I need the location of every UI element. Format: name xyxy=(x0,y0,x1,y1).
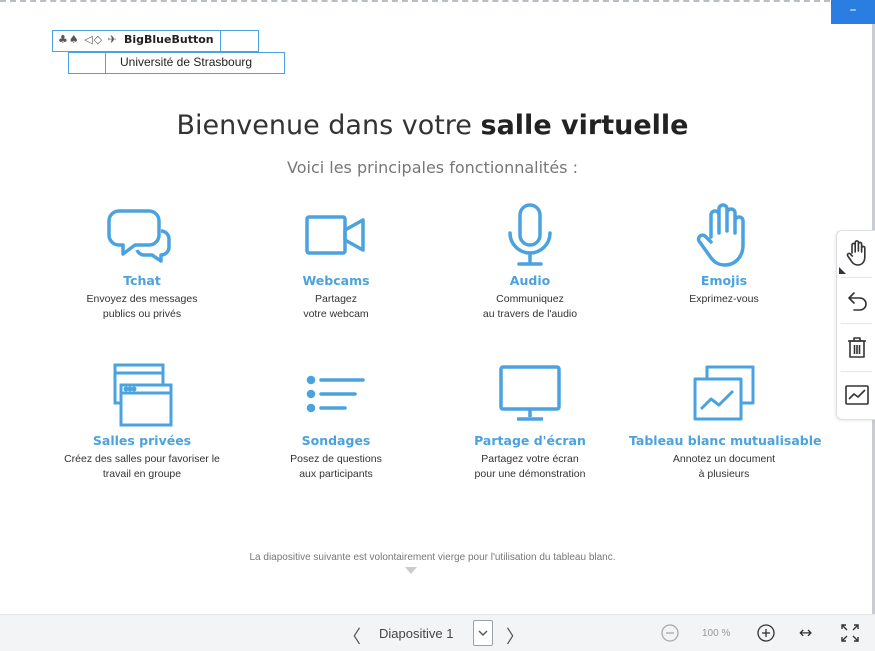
logo-university: Université de Strasbourg xyxy=(120,55,253,69)
slide-title: Bienvenue dans votre salle virtuelle xyxy=(176,110,689,141)
multi-user-button[interactable] xyxy=(837,373,875,417)
feature-tchat: Tchat Envoyez des messages publics ou pri… xyxy=(47,203,237,322)
whiteboard-icon xyxy=(693,365,755,421)
undo-button[interactable] xyxy=(837,279,875,323)
chart-icon xyxy=(844,385,869,405)
next-slide-button[interactable]: 〉 xyxy=(506,623,524,649)
fullscreen-icon[interactable] xyxy=(841,624,859,642)
trash-icon xyxy=(847,337,866,358)
presentation-bottom-bar: 〈 Diapositive 1 〉 100 % ↔ xyxy=(0,614,875,651)
feature-emojis: Emojis Exprimez-vous xyxy=(629,203,819,307)
chat-icon xyxy=(107,209,171,263)
slide-subtitle: Voici les principales fonctionnalités : xyxy=(287,158,578,177)
feature-name: Emojis xyxy=(700,273,748,288)
zoom-level: 100 % xyxy=(702,628,731,639)
feature-name: Partage d'écran xyxy=(474,433,586,448)
toolbar-separator xyxy=(841,277,872,278)
windows-icon xyxy=(113,363,173,427)
fit-to-width-icon[interactable]: ↔ xyxy=(799,623,812,642)
feature-salles: Salles privées Créez des salles pour fav… xyxy=(47,363,237,482)
logo-frame-cell2 xyxy=(68,52,106,74)
logo-name: BigBlueButton xyxy=(124,33,214,46)
hand-tool-icon xyxy=(846,240,866,266)
feature-name: Tableau blanc mutualisable xyxy=(629,433,822,448)
feature-desc: Partagez votre webcam xyxy=(303,293,369,320)
previous-slide-button[interactable]: 〈 xyxy=(343,623,361,649)
logo: ♣♠ ◁◇ ✈ BigBlueButton Université de Stra… xyxy=(52,30,287,74)
logo-icons: ♣♠ ◁◇ ✈ xyxy=(58,33,118,46)
logo-frame-cell xyxy=(220,30,259,52)
feature-name: Webcams xyxy=(302,273,370,288)
feature-partage: Partage d'écran Partagez votre écran pour… xyxy=(435,363,625,482)
feature-desc: Exprimez-vous xyxy=(689,293,759,305)
presentation-top-border xyxy=(0,0,830,2)
toolbar-separator xyxy=(841,371,872,372)
feature-desc: Partagez votre écran pour une démonstrati… xyxy=(474,453,586,480)
list-icon xyxy=(306,375,365,413)
whiteboard-toolbar xyxy=(836,230,875,420)
feature-sondages: Sondages Posez de questions aux participa… xyxy=(241,363,431,482)
feature-audio: Audio Communiquez au travers de l'audio xyxy=(435,203,625,322)
toolbar-separator xyxy=(841,323,872,324)
chevron-down-icon xyxy=(478,630,488,636)
feature-name: Tchat xyxy=(123,273,161,288)
caret-down-icon xyxy=(405,567,417,574)
feature-tableau: Tableau blanc mutualisable Annotez un do… xyxy=(629,363,822,482)
webcam-icon xyxy=(305,215,365,255)
microphone-icon xyxy=(508,203,552,266)
clear-button[interactable] xyxy=(837,325,875,369)
slide-selector-dropdown[interactable] xyxy=(473,620,493,646)
hand-icon xyxy=(696,203,745,267)
feature-desc: Communiquez au travers de l'audio xyxy=(482,293,578,320)
monitor-icon xyxy=(499,365,561,421)
minimize-presentation-button[interactable]: – xyxy=(831,0,875,24)
slide-footnote: La diapositive suivante est volontaireme… xyxy=(249,552,616,563)
feature-desc: Envoyez des messages publics ou privés xyxy=(86,293,198,320)
feature-name: Salles privées xyxy=(92,433,192,448)
tool-submenu-indicator-icon xyxy=(839,267,846,274)
slide-selector-label[interactable]: Diapositive 1 xyxy=(379,626,453,641)
feature-desc: Annotez un document à plusieurs xyxy=(672,453,776,480)
feature-desc: Posez de questions aux participants xyxy=(290,453,382,480)
hand-tool-button[interactable] xyxy=(837,231,875,275)
feature-desc: Créez des salles pour favoriser le travai… xyxy=(64,453,220,480)
zoom-in-icon[interactable] xyxy=(757,624,775,642)
undo-icon xyxy=(847,292,867,311)
feature-name: Audio xyxy=(509,273,551,288)
zoom-out-icon[interactable] xyxy=(661,624,679,642)
feature-name: Sondages xyxy=(301,433,371,448)
feature-webcams: Webcams Partagez votre webcam xyxy=(241,203,431,322)
